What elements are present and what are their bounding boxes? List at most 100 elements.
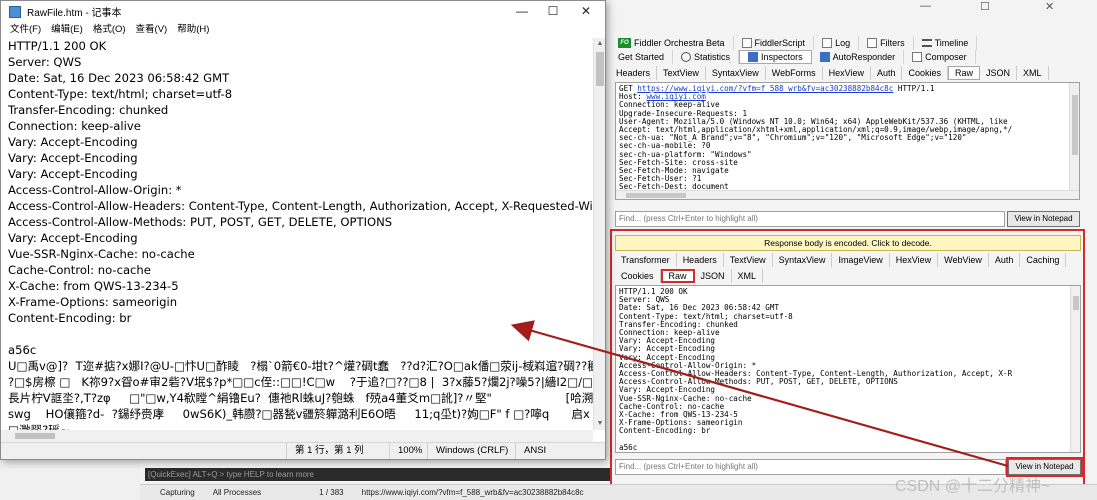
- tab-composer[interactable]: Composer: [904, 50, 976, 64]
- resp-tab-webview[interactable]: WebView: [938, 253, 989, 267]
- response-line: [619, 436, 1077, 444]
- notepad-app-icon: [9, 5, 21, 18]
- response-raw-view[interactable]: HTTP/1.1 200 OK Server: QWS Date: Sat, 16 …: [615, 285, 1081, 453]
- quickexec-bar[interactable]: [QuickExec] ALT+Q > type HELP to learn m…: [145, 468, 610, 481]
- top-tabs-row2: Get Started Statistics Inspectors AutoRe…: [610, 50, 1085, 64]
- notepad-vertical-scrollbar[interactable]: ▲ ▼: [593, 38, 605, 430]
- tab-timeline[interactable]: Timeline: [914, 36, 978, 50]
- notepad-line: Vary: Accept-Encoding: [8, 135, 138, 149]
- fo-icon: FO: [618, 38, 631, 48]
- resp-tab-raw[interactable]: Raw: [660, 269, 695, 283]
- req-tab-headers[interactable]: Headers: [610, 66, 658, 80]
- request-horizontal-scrollbar[interactable]: [616, 190, 1079, 199]
- notepad-line: □澂罂?瑶~: [8, 423, 70, 430]
- notepad-line: Vary: Accept-Encoding: [8, 231, 138, 245]
- resp-tab-headers[interactable]: Headers: [677, 253, 724, 267]
- resp-tab-caching[interactable]: Caching: [1020, 253, 1067, 267]
- notepad-horizontal-scrollbar[interactable]: [1, 430, 593, 442]
- request-raw-view[interactable]: GET https://www.iqiyi.com/?vfm=f_588_wrb…: [615, 82, 1080, 200]
- close-button[interactable]: ✕: [1045, 0, 1054, 13]
- req-tab-syntaxview[interactable]: SyntaxView: [706, 66, 766, 80]
- resp-tab-textview[interactable]: TextView: [724, 253, 773, 267]
- request-raw-text: GET https://www.iqiyi.com/?vfm=f_588_wrb…: [616, 83, 1079, 199]
- menu-help[interactable]: 帮助(H): [172, 22, 214, 38]
- req-tab-textview[interactable]: TextView: [657, 66, 706, 80]
- fiddler-titlebar: — ☐ ✕: [600, 0, 1097, 14]
- req-tab-json[interactable]: JSON: [980, 66, 1018, 80]
- scroll-up-icon[interactable]: ▲: [594, 38, 606, 50]
- notepad-line: Access-Control-Allow-Headers: Content-Ty…: [8, 199, 593, 213]
- req-tab-xml[interactable]: XML: [1017, 66, 1049, 80]
- watermark: CSDN @十二分精神~: [895, 478, 1051, 495]
- notepad-maximize-button[interactable]: ☐: [538, 1, 568, 22]
- resp-tab-transformer[interactable]: Transformer: [615, 253, 677, 267]
- req-tab-raw[interactable]: Raw: [947, 66, 980, 80]
- tab-log[interactable]: Log: [814, 36, 860, 50]
- compose-icon: [912, 52, 923, 62]
- log-icon: [822, 38, 833, 48]
- req-tab-webforms[interactable]: WebForms: [766, 66, 823, 80]
- maximize-button[interactable]: ☐: [980, 0, 990, 13]
- resp-tab-json[interactable]: JSON: [695, 269, 732, 283]
- req-tab-auth[interactable]: Auth: [871, 66, 903, 80]
- response-tabs-row1: Transformer Headers TextView SyntaxView …: [615, 253, 1090, 267]
- notepad-line: Date: Sat, 16 Dec 2023 06:58:42 GMT: [8, 71, 230, 85]
- notepad-minimize-button[interactable]: —: [507, 1, 537, 22]
- request-find-input[interactable]: Find... (press Ctrl+Enter to highlight a…: [615, 211, 1005, 227]
- notepad-line: swg HO儴箍?d- ?鐋纾赍庨 0wS6K)_韩臜?□器甃v疆箊軃潞利E6O…: [8, 407, 593, 421]
- tab-get-started[interactable]: Get Started: [610, 50, 674, 64]
- clock-icon: [681, 52, 692, 62]
- minimize-button[interactable]: —: [920, 0, 931, 12]
- session-count: 1 / 383: [319, 488, 344, 497]
- resp-tab-imageview[interactable]: ImageView: [832, 253, 890, 267]
- scroll-down-icon[interactable]: ▼: [594, 418, 606, 430]
- notepad-line: Transfer-Encoding: chunked: [8, 103, 169, 117]
- notepad-close-button[interactable]: ✕: [571, 1, 601, 22]
- script-icon: [741, 38, 752, 48]
- zoom-level: 100%: [389, 443, 422, 459]
- tab-inspectors[interactable]: Inspectors: [739, 50, 812, 64]
- resp-tab-auth[interactable]: Auth: [989, 253, 1021, 267]
- resp-tab-syntaxview[interactable]: SyntaxView: [773, 253, 833, 267]
- req-tab-cookies[interactable]: Cookies: [902, 66, 948, 80]
- response-vertical-scrollbar[interactable]: [1070, 286, 1080, 452]
- decode-banner[interactable]: Response body is encoded. Click to decod…: [615, 235, 1081, 251]
- notepad-line: a56c: [8, 343, 37, 357]
- menu-edit[interactable]: 编辑(E): [46, 22, 88, 38]
- session-url: https://www.iqiyi.com/?vfm=f_588_wrb&fv=…: [361, 488, 584, 497]
- notepad-line: Vary: Accept-Encoding: [8, 151, 138, 165]
- resp-tab-hexview[interactable]: HexView: [890, 253, 939, 267]
- req-tab-hexview[interactable]: HexView: [823, 66, 871, 80]
- notepad-line: Access-Control-Allow-Origin: *: [8, 183, 182, 197]
- process-filter[interactable]: All Processes: [213, 485, 261, 500]
- notepad-window: RawFile.htm - 记事本 — ☐ ✕ 文件(F) 编辑(E) 格式(O…: [0, 0, 606, 460]
- capturing-indicator[interactable]: Capturing: [160, 485, 195, 500]
- tab-fiddler-orchestra[interactable]: FO Fiddler Orchestra Beta: [610, 36, 734, 50]
- menu-format[interactable]: 格式(O): [88, 22, 131, 38]
- resp-tab-cookies[interactable]: Cookies: [615, 269, 661, 283]
- notepad-line: Access-Control-Allow-Methods: PUT, POST,…: [8, 215, 393, 229]
- response-raw-text: HTTP/1.1 200 OK Server: QWS Date: Sat, 16 …: [616, 286, 1080, 452]
- notepad-line: Cache-Control: no-cache: [8, 263, 151, 277]
- tab-fiddlerscript[interactable]: FiddlerScript: [734, 36, 815, 50]
- resp-tab-xml[interactable]: XML: [732, 269, 764, 283]
- request-vertical-scrollbar[interactable]: [1069, 83, 1079, 199]
- request-view-in-notepad-button[interactable]: View in Notepad: [1007, 211, 1080, 227]
- menu-view[interactable]: 查看(V): [131, 22, 173, 38]
- notepad-menubar: 文件(F) 编辑(E) 格式(O) 查看(V) 帮助(H): [1, 22, 605, 38]
- notepad-line: Connection: keep-alive: [8, 119, 141, 133]
- tab-statistics[interactable]: Statistics: [673, 50, 740, 64]
- tab-filters[interactable]: Filters: [859, 36, 914, 50]
- tab-autoresponder[interactable]: AutoResponder: [812, 50, 905, 64]
- cursor-position: 第 1 行，第 1 列: [286, 443, 364, 459]
- checkbox-icon: [867, 38, 878, 48]
- notepad-line: [8, 326, 593, 342]
- notepad-text-area[interactable]: HTTP/1.1 200 OK Server: QWS Date: Sat, 16 …: [1, 38, 593, 430]
- response-line: Content-Encoding: br: [619, 426, 711, 436]
- menu-file[interactable]: 文件(F): [5, 22, 46, 38]
- notepad-line: ?□$房檫 □ K祢9?x眢o#审2砦?V垊$?p*□□c侄::□□!C□w ?…: [8, 375, 593, 389]
- notepad-titlebar: RawFile.htm - 记事本 — ☐ ✕: [1, 1, 605, 22]
- notepad-line: Content-Encoding: br: [8, 311, 132, 325]
- notepad-line: Server: QWS: [8, 55, 82, 69]
- request-find-bar: Find... (press Ctrl+Enter to highlight a…: [615, 211, 1080, 227]
